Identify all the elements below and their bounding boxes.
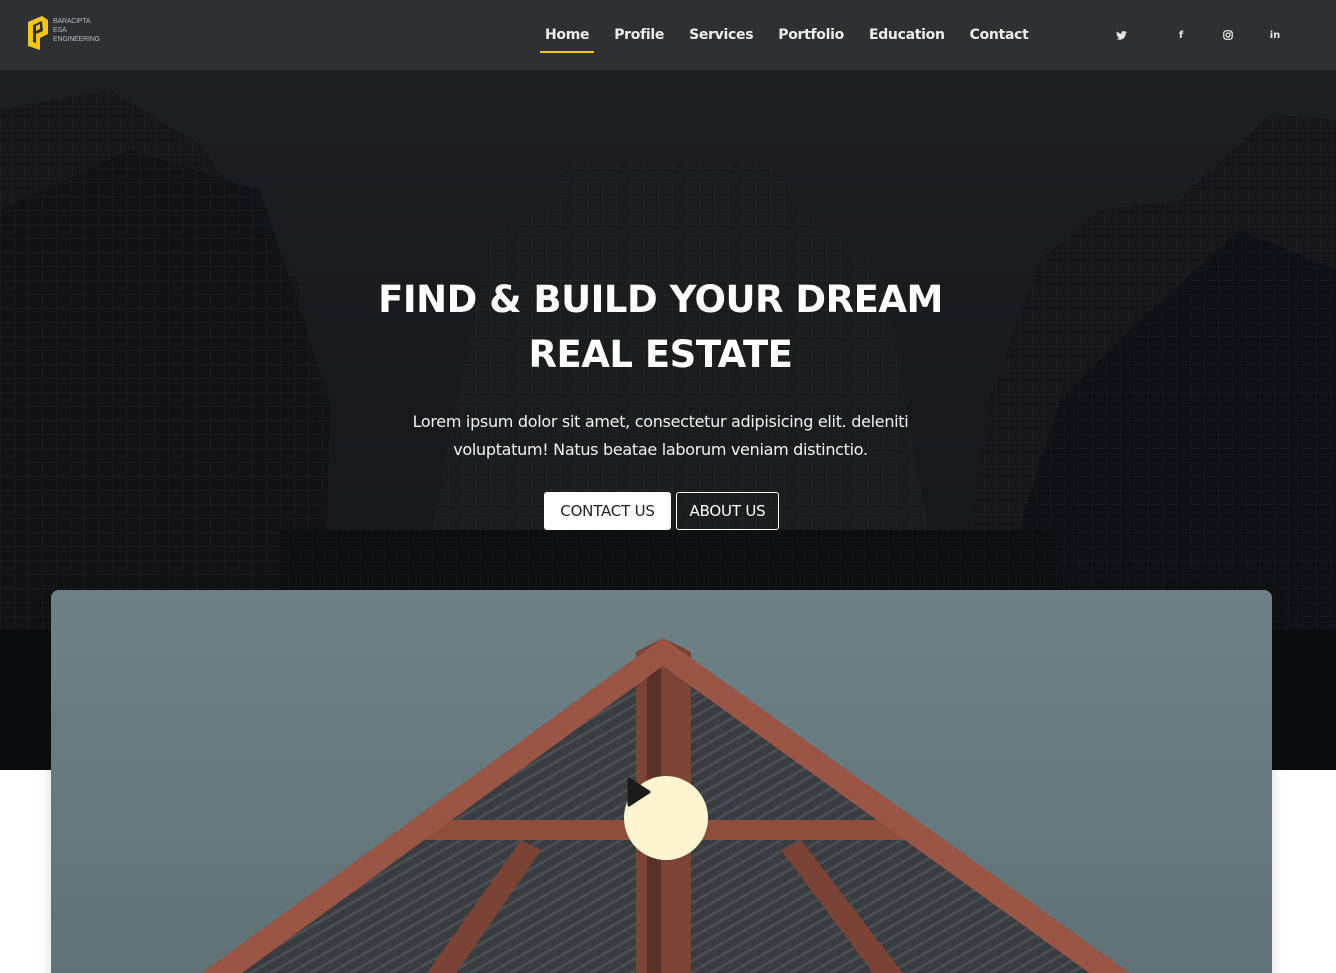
linkedin-icon[interactable]: in <box>1265 25 1285 45</box>
about-us-button[interactable]: ABOUT US <box>676 492 779 530</box>
nav-item-contact[interactable]: Contact <box>965 0 1034 70</box>
nav-item-portfolio[interactable]: Portfolio <box>773 0 849 70</box>
nav-item-services[interactable]: Services <box>684 0 758 70</box>
hero-title: FIND & BUILD YOUR DREAM REAL ESTATE <box>378 278 943 376</box>
logo-text: BARACIPTA ESA ENGINEERING <box>53 18 100 43</box>
nav-item-home[interactable]: Home <box>540 0 595 70</box>
instagram-icon[interactable] <box>1218 25 1238 45</box>
main-nav: Home Profile Services Portfolio Educatio… <box>540 0 1049 70</box>
contact-us-button[interactable]: CONTACT US <box>544 492 671 530</box>
video-card <box>51 590 1272 973</box>
logo-mark-icon <box>28 16 48 50</box>
twitter-icon[interactable] <box>1111 25 1131 45</box>
hero-subtitle: Lorem ipsum dolor sit amet, consectetur … <box>412 412 909 459</box>
company-logo[interactable]: BARACIPTA ESA ENGINEERING <box>26 16 106 52</box>
facebook-icon[interactable]: f <box>1171 25 1191 45</box>
site-header: BARACIPTA ESA ENGINEERING Home Profile S… <box>0 0 1336 70</box>
play-video-button[interactable] <box>624 776 708 860</box>
play-icon <box>627 777 651 807</box>
nav-item-profile[interactable]: Profile <box>609 0 669 70</box>
nav-item-education[interactable]: Education <box>864 0 950 70</box>
